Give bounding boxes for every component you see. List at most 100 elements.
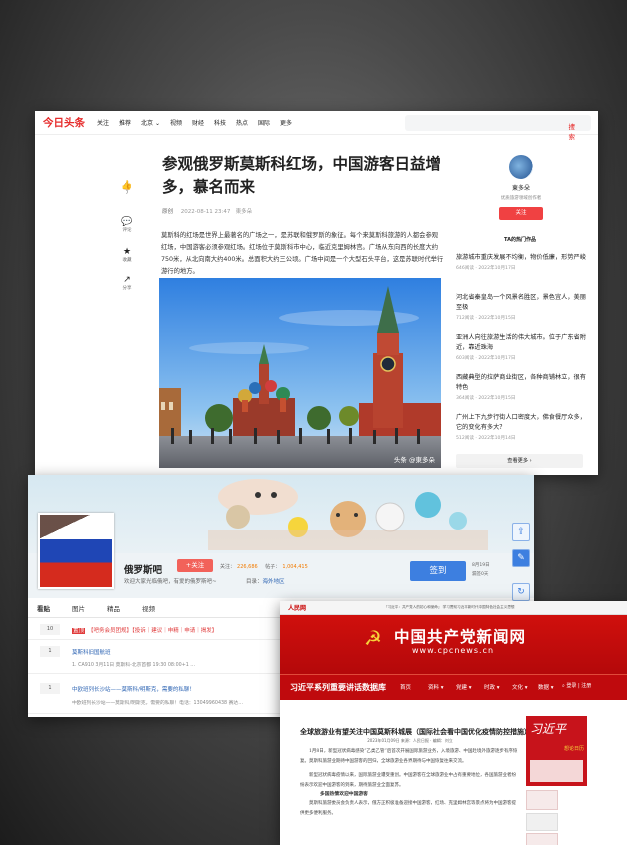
- hot-work-item[interactable]: 广州上下九步行街人口密度大，佛食餐厅众多，它的变化有多大？ 512阅读 · 20…: [456, 413, 588, 441]
- comment-button[interactable]: 💬 评论: [117, 217, 137, 233]
- hot-work-title[interactable]: 广州上下九步行街人口密度大，佛食餐厅众多，它的变化有多大？: [456, 413, 588, 433]
- forum-avatar-russian-flag: [38, 513, 114, 589]
- hot-work-item[interactable]: 西藏典型的拉萨商业街区，各种商铺林立，很有特色 364阅读 · 2022年10月…: [456, 373, 588, 401]
- posts-count: 1,004,415: [282, 564, 308, 570]
- nav-item-hot[interactable]: 热点: [236, 118, 248, 127]
- reply-count: 1: [40, 646, 60, 657]
- reply-count: 10: [40, 624, 60, 635]
- author-avatar[interactable]: [509, 155, 533, 179]
- nav-item-finance[interactable]: 财经: [192, 118, 204, 127]
- thumbs-up-icon: 👍: [121, 181, 133, 191]
- article-paragraph: 莫斯科的红场是世界上最著名的广场之一，是苏联和俄罗斯的象征。每个来莫斯科旅游的人…: [161, 232, 444, 275]
- thread-title-text[interactable]: 【吧务会员团规】【投诉｜建议｜申精｜申请｜揭发】: [88, 628, 217, 634]
- toutiao-logo[interactable]: 今日头条: [43, 115, 85, 130]
- nav-item-materials[interactable]: 资料 ▾: [428, 683, 444, 691]
- forum-slogan: 欢迎大家光临俄吧，有爱的俄罗斯吧~: [124, 579, 217, 585]
- site-url: www.cpcnews.cn: [412, 646, 495, 655]
- nav-item-home[interactable]: 首页: [400, 683, 411, 691]
- calendar-banner-title: 习近平: [530, 722, 567, 736]
- tab-videos[interactable]: 视频: [142, 603, 155, 613]
- article-title: 参观俄罗斯莫斯科红场，中国游客日益增多，慕名而来: [162, 155, 442, 196]
- reply-count: 1: [40, 683, 60, 694]
- toutiao-top-nav: 今日头条 关注 推荐 北京 ⌄ 视频 财经 科技 热点 国际 更多 ⌕ 搜索: [35, 111, 598, 141]
- nav-item-video[interactable]: 视频: [170, 118, 182, 127]
- hot-works-heading: TA的热门作品: [504, 237, 536, 243]
- tab-images[interactable]: 图片: [72, 603, 85, 613]
- post-side-button[interactable]: ✎: [512, 549, 530, 567]
- nav-item-data[interactable]: 数据 ▾: [538, 683, 554, 691]
- side-promo-tile[interactable]: [526, 833, 558, 845]
- category-link[interactable]: 海外地区: [263, 579, 285, 585]
- nav-item-follow[interactable]: 关注: [97, 118, 109, 127]
- red-square-image: [159, 278, 441, 468]
- sign-in-button[interactable]: 签到: [410, 561, 466, 581]
- toutiao-article-window: 今日头条 关注 推荐 北京 ⌄ 视频 财经 科技 热点 国际 更多 ⌕ 搜索 👍…: [35, 111, 598, 475]
- favorite-button[interactable]: ★ 收藏: [117, 247, 137, 263]
- thread-excerpt: 1. CA910 3月11日 莫斯科-北京首都 19:30 08:00+1 …: [72, 663, 196, 668]
- search-label: 搜索: [568, 123, 576, 141]
- share-button[interactable]: ↗ 分享: [117, 275, 137, 291]
- hot-work-title[interactable]: 河北省秦皇岛一个风景名胜区，景色宜人，美丽至极: [456, 293, 588, 313]
- side-promo-tile[interactable]: [526, 813, 558, 831]
- calendar-banner-subtitle: 想论日历: [564, 746, 585, 752]
- hot-work-title[interactable]: 旅游城市重庆发展不均衡，物价低廉，形势严峻: [456, 253, 588, 263]
- search-input[interactable]: ⌕ 搜索: [405, 115, 591, 141]
- edit-icon: ✎: [517, 553, 525, 563]
- site-name[interactable]: 中国共产党新闻网: [394, 625, 526, 647]
- cpc-article-subhead: 多国热情欢迎中国游客: [320, 792, 368, 797]
- comment-icon: 💬: [121, 217, 133, 227]
- view-more-button[interactable]: 查看更多 ›: [456, 454, 583, 468]
- refresh-side-button[interactable]: ↻: [512, 583, 530, 601]
- sign-in-missed: 漏签0天: [472, 572, 489, 577]
- hot-work-item[interactable]: 旅游城市重庆发展不均衡，物价低廉，形势严峻 646阅读 · 2022年10月17…: [456, 253, 588, 271]
- author-name[interactable]: 東多朵: [475, 183, 567, 192]
- hot-work-item[interactable]: 河北省秦皇岛一个风景名胜区，景色宜人，美丽至极 712阅读 · 2022年10月…: [456, 293, 588, 321]
- tab-featured[interactable]: 精品: [107, 603, 120, 613]
- forum-category: 目录：海外地区: [246, 577, 285, 585]
- nav-item-international[interactable]: 国际: [258, 118, 270, 127]
- party-emblem-icon: ☭: [364, 626, 382, 650]
- nav-item-recommend[interactable]: 推荐: [119, 118, 131, 127]
- forum-name[interactable]: 俄罗斯吧: [124, 562, 162, 576]
- calendar-banner-image: [530, 760, 583, 782]
- nav-item-party-building[interactable]: 党建 ▾: [456, 683, 472, 691]
- refresh-icon: ↻: [517, 587, 525, 597]
- comment-label: 评论: [122, 228, 132, 233]
- hot-work-meta: 512阅读 · 2022年10月14日: [456, 436, 516, 441]
- nav-item-culture[interactable]: 文化 ▾: [512, 683, 528, 691]
- share-side-button[interactable]: ⇪: [512, 523, 530, 541]
- article-meta: 原创 2022-08-11 23:47 東多朵: [162, 207, 252, 215]
- xi-calendar-banner[interactable]: 习近平 想论日历: [526, 716, 587, 786]
- forum-follow-button[interactable]: +关注: [177, 559, 213, 572]
- nav-item-tech[interactable]: 科技: [214, 118, 226, 127]
- nav-item-politics[interactable]: 时政 ▾: [484, 683, 500, 691]
- cpc-article-title: 全球旅游业有望关注中国莫斯科城展（国际社会看中国优化疫情防控措施）: [300, 727, 531, 736]
- people-cn-logo[interactable]: 人民网: [288, 603, 306, 612]
- pinned-badge: 置顶: [72, 628, 86, 634]
- hot-work-title[interactable]: 亚洲人向往旅游生活的伟大城市。位于广东省附近，靠近珠海: [456, 333, 588, 353]
- search-login-link[interactable]: ⌕ 登录 | 注册: [562, 682, 591, 689]
- sign-in-date: 8月19日: [472, 563, 490, 568]
- cpc-article-paragraph: 新型冠状病毒疫情以来，国际旅游业遭受重创。中国游客在全球旅游业中占有重要地位，各…: [300, 773, 516, 788]
- cpc-nav-bar: 习近平系列重要讲话数据库 首页 资料 ▾ 党建 ▾ 时政 ▾ 文化 ▾ 数据 ▾…: [280, 674, 627, 700]
- nav-item-more[interactable]: 更多: [280, 118, 292, 127]
- sign-in-info: 8月19日 漏签0天: [472, 561, 502, 579]
- forum-stats: 关注： 226,686 帖子： 1,004,415: [220, 563, 314, 570]
- thread-title[interactable]: 置顶 【吧务会员团规】【投诉｜建议｜申精｜申请｜揭发】: [72, 626, 217, 634]
- followers-label: 关注：: [220, 564, 236, 570]
- speech-database-link[interactable]: 习近平系列重要讲话数据库: [290, 682, 386, 693]
- side-promo-tile[interactable]: [526, 790, 558, 810]
- thread-title[interactable]: 中欧班列长沙站——莫斯科/明斯克，需要的私聊！: [72, 685, 195, 693]
- hot-work-title[interactable]: 西藏典型的拉萨商业街区，各种商铺林立，很有特色: [456, 373, 588, 393]
- nav-item-beijing[interactable]: 北京 ⌄: [141, 118, 160, 127]
- share-icon: ⇪: [517, 527, 525, 537]
- author-description: 优质旅游领域创作者: [500, 196, 542, 201]
- thread-title[interactable]: 莫斯科旧国航班: [72, 648, 111, 656]
- cpc-article-paragraph: 莫斯科旅游委员会负责人表示，俄方正积极准备迎接中国游客，红场、克里姆林宫等景点将…: [300, 801, 516, 816]
- cpc-top-bar: 人民网 『习近平：共产党人的初心和使命』 学习贯彻习近平新时代中国特色社会主义思…: [280, 601, 627, 615]
- hot-work-item[interactable]: 亚洲人向往旅游生活的伟大城市。位于广东省附近，靠近珠海 603阅读 · 2022…: [456, 333, 588, 361]
- tab-posts[interactable]: 看贴: [37, 603, 50, 613]
- follow-author-button[interactable]: 关注: [499, 207, 543, 220]
- article-author-link[interactable]: 東多朵: [236, 209, 253, 215]
- like-button[interactable]: 👍 7: [117, 181, 137, 196]
